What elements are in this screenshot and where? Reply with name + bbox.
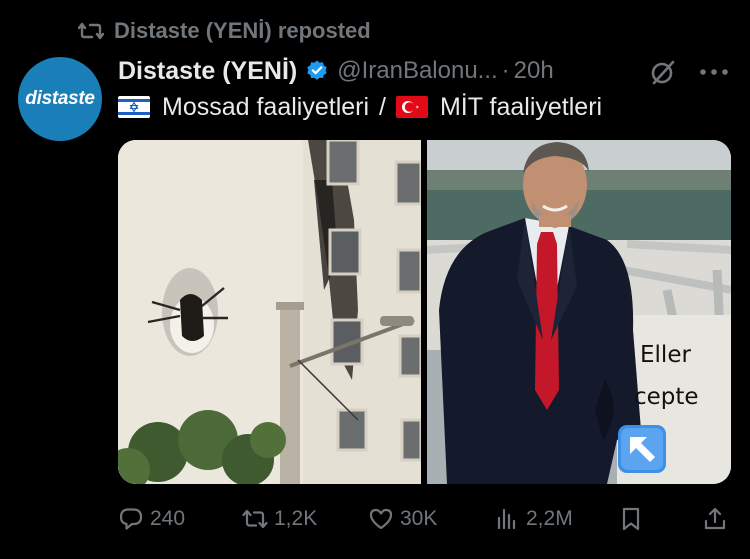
separator-dot: ·	[501, 57, 510, 84]
caption-eller: Eller	[640, 342, 691, 368]
repost-icon	[242, 509, 268, 529]
caption-cepte: cepte	[634, 384, 699, 410]
like-button[interactable]: 30K	[368, 500, 437, 538]
up-left-arrow-emoji	[618, 425, 666, 473]
grok-icon[interactable]	[648, 57, 678, 87]
views-button[interactable]: 2,2M	[494, 500, 573, 538]
reply-count: 240	[150, 507, 186, 530]
bookmark-icon	[622, 507, 640, 531]
avatar[interactable]: distaste	[18, 57, 102, 141]
action-bar: 240 1,2K 30K 2,2M	[118, 500, 732, 538]
text-divider: /	[379, 92, 386, 121]
repost-indicator[interactable]: Distaste (YENİ) reposted	[78, 15, 371, 47]
media-grid: Eller cepte	[118, 140, 731, 484]
more-options-icon[interactable]	[697, 57, 731, 87]
verified-badge-icon[interactable]	[305, 59, 329, 83]
smiling-man-in-suit-photo[interactable]: Eller cepte	[427, 140, 731, 484]
repost-button[interactable]: 1,2K	[242, 500, 317, 538]
avatar-logo-text: distaste	[25, 88, 95, 109]
like-count: 30K	[400, 507, 438, 530]
author-name[interactable]: Distaste (YENİ)	[118, 57, 297, 86]
timestamp[interactable]: 20h	[514, 57, 554, 85]
israel-flag-icon	[118, 96, 150, 118]
repost-label: Distaste (YENİ) reposted	[114, 18, 371, 43]
author-handle[interactable]: @IranBalonu...	[337, 57, 497, 85]
repost-icon	[78, 22, 104, 40]
tweet-header: Distaste (YENİ) @IranBalonu... · 20h	[118, 54, 554, 88]
repost-count: 1,2K	[274, 507, 318, 530]
mit-text: MİT faaliyetleri	[439, 92, 603, 121]
views-chart-icon	[497, 508, 516, 530]
reply-icon	[119, 508, 143, 530]
damaged-apartment-building-photo[interactable]	[118, 140, 421, 484]
share-button[interactable]	[702, 500, 728, 538]
tweet-text: Mossad faaliyetleri / MİT faaliyetleri	[118, 91, 602, 123]
heart-icon	[369, 508, 393, 530]
views-count: 2,2M	[526, 507, 573, 530]
reply-button[interactable]: 240	[118, 500, 185, 538]
mossad-text: Mossad faaliyetleri	[162, 92, 370, 121]
turkey-flag-icon	[395, 96, 428, 118]
share-icon	[704, 507, 726, 530]
bookmark-button[interactable]	[618, 500, 644, 538]
